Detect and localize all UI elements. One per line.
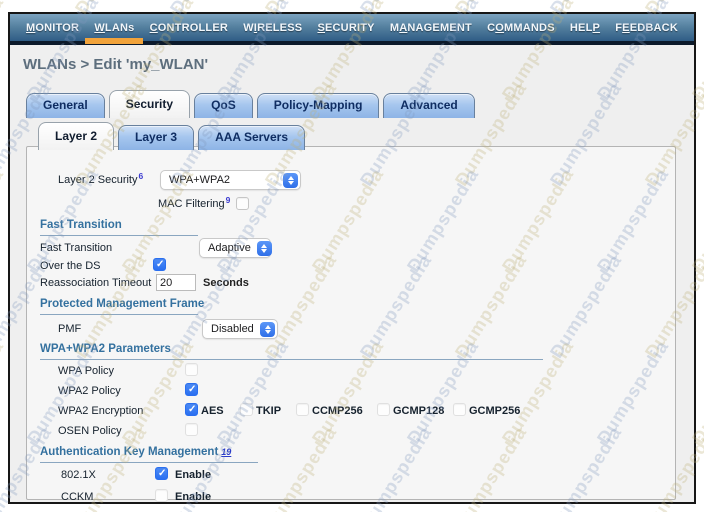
akm-8021x-enable-label: Enable xyxy=(175,469,211,481)
footnote-link[interactable]: 6 xyxy=(138,171,143,181)
akm-8021x-checkbox[interactable] xyxy=(155,467,168,480)
nav-item-help[interactable]: HELP xyxy=(570,22,600,34)
pmf-label: PMF xyxy=(58,323,81,335)
wpa2-encryption-ccmp256-label: CCMP256 xyxy=(312,405,363,417)
wpa2-encryption-tkip-checkbox[interactable] xyxy=(240,403,253,416)
tab-advanced[interactable]: Advanced xyxy=(383,93,474,118)
page-title: WLANs > Edit 'my_WLAN' xyxy=(23,56,208,73)
akm-cckm-enable-label: Enable xyxy=(175,491,211,503)
nav-item-controller[interactable]: CONTROLLER xyxy=(150,22,228,34)
wpa-policy-checkbox[interactable] xyxy=(185,363,198,376)
nav-label-part: W xyxy=(94,22,105,34)
label-text: MAC Filtering xyxy=(158,198,225,210)
tab-aaa-servers[interactable]: AAA Servers xyxy=(198,125,305,150)
footnote-link[interactable]: 9 xyxy=(226,195,231,205)
section-rule xyxy=(40,462,258,463)
over-the-ds-checkbox[interactable] xyxy=(153,258,166,271)
layer2-security-select[interactable]: WPA+WPA2 xyxy=(160,170,301,190)
wpa2-encryption-aes-label: AES xyxy=(201,405,224,417)
wpa2-encryption-tkip-label: TKIP xyxy=(256,405,281,417)
fast-transition-value: Adaptive xyxy=(208,242,251,254)
nav-label-part: NAGEMENT xyxy=(407,22,472,34)
primary-tab-bar: General Security QoS Policy-Mapping Adva… xyxy=(26,90,475,118)
top-navbar: MONITOR WLANs CONTROLLER WIRELESS SECURI… xyxy=(10,14,694,45)
dropdown-stepper-icon xyxy=(260,322,275,337)
screenshot-root: MONITOR WLANs CONTROLLER WIRELESS SECURI… xyxy=(0,0,704,512)
wpa2-encryption-gcmp256-label: GCMP256 xyxy=(469,405,520,417)
nav-label-part: M xyxy=(26,22,35,34)
nav-item-monitor[interactable]: MONITOR xyxy=(26,22,79,34)
nav-label-part: S xyxy=(317,22,325,34)
footnote-link[interactable]: 19 xyxy=(221,447,231,457)
reassociation-timeout-label: Reassociation Timeout xyxy=(40,277,151,289)
tab-qos[interactable]: QoS xyxy=(194,93,253,118)
section-rule xyxy=(40,359,543,360)
layer2-security-label: Layer 2 Security6 xyxy=(58,174,143,186)
nav-label-part: ONTROLLER xyxy=(158,22,228,34)
tab-security[interactable]: Security xyxy=(109,90,190,118)
akm-cckm-label: CCKM xyxy=(61,491,93,503)
reassociation-timeout-input[interactable] xyxy=(156,274,196,291)
nav-label-part: RELESS xyxy=(257,22,302,34)
wpa2-encryption-label: WPA2 Encryption xyxy=(58,405,143,417)
nav-label-part: MMANDS xyxy=(504,22,555,34)
section-akm: Authentication Key Management19 xyxy=(40,446,231,458)
mac-filtering-label: MAC Filtering9 xyxy=(158,198,230,210)
dropdown-stepper-icon xyxy=(257,241,272,256)
active-nav-indicator xyxy=(85,38,143,44)
label-text: Authentication Key Management xyxy=(40,446,218,458)
section-rule xyxy=(40,314,198,315)
nav-label-part: M xyxy=(390,22,399,34)
fast-transition-select[interactable]: Adaptive xyxy=(199,238,271,258)
nav-item-security[interactable]: SECURITY xyxy=(317,22,374,34)
nav-label-part: O xyxy=(495,22,504,34)
osen-policy-label: OSEN Policy xyxy=(58,425,122,437)
pmf-value: Disabled xyxy=(211,323,254,335)
mac-filtering-checkbox[interactable] xyxy=(236,197,249,210)
section-rule xyxy=(40,235,198,236)
over-the-ds-label: Over the DS xyxy=(40,260,101,272)
nav-label-part: ONITOR xyxy=(35,22,79,34)
fast-transition-label: Fast Transition xyxy=(40,242,112,254)
nav-label-part: ECURITY xyxy=(325,22,375,34)
section-fast-transition: Fast Transition xyxy=(40,219,122,231)
nav-label-part: E xyxy=(622,22,630,34)
wpa2-encryption-gcmp128-checkbox[interactable] xyxy=(377,403,390,416)
nav-item-commands[interactable]: COMMANDS xyxy=(487,22,555,34)
nav-label-part: P xyxy=(593,22,601,34)
wpa2-policy-checkbox[interactable] xyxy=(185,383,198,396)
osen-policy-checkbox[interactable] xyxy=(185,423,198,436)
dropdown-stepper-icon xyxy=(283,173,298,188)
wpa2-policy-label: WPA2 Policy xyxy=(58,385,121,397)
nav-label-part: W xyxy=(243,22,254,34)
tab-general[interactable]: General xyxy=(26,93,105,118)
nav-label-part: EDBACK xyxy=(630,22,678,34)
wpa2-encryption-gcmp256-checkbox[interactable] xyxy=(453,403,466,416)
wpa2-encryption-aes-checkbox[interactable] xyxy=(185,403,198,416)
section-wpa-params: WPA+WPA2 Parameters xyxy=(40,343,171,355)
nav-item-feedback[interactable]: FEEDBACK xyxy=(615,22,678,34)
section-pmf: Protected Management Frame xyxy=(40,298,204,310)
akm-cckm-checkbox[interactable] xyxy=(155,489,168,502)
nav-label-part: C xyxy=(150,22,158,34)
nav-label-part: HEL xyxy=(570,22,593,34)
akm-8021x-label: 802.1X xyxy=(61,469,96,481)
reassociation-timeout-unit: Seconds xyxy=(203,277,249,289)
nav-item-wlans[interactable]: WLANs xyxy=(94,22,134,34)
wpa2-encryption-ccmp256-checkbox[interactable] xyxy=(296,403,309,416)
app-frame: MONITOR WLANs CONTROLLER WIRELESS SECURI… xyxy=(8,12,696,504)
layer2-security-value: WPA+WPA2 xyxy=(169,174,230,186)
tab-policy-mapping[interactable]: Policy-Mapping xyxy=(257,93,380,118)
label-text: Layer 2 Security xyxy=(58,174,137,186)
nav-item-wireless[interactable]: WIRELESS xyxy=(243,22,302,34)
wpa-policy-label: WPA Policy xyxy=(58,365,114,377)
nav-item-management[interactable]: MANAGEMENT xyxy=(390,22,472,34)
tab-layer3[interactable]: Layer 3 xyxy=(118,125,194,150)
wpa2-encryption-gcmp128-label: GCMP128 xyxy=(393,405,444,417)
pmf-select[interactable]: Disabled xyxy=(202,319,278,339)
tab-layer2[interactable]: Layer 2 xyxy=(38,122,114,150)
nav-label-part: LANs xyxy=(105,22,135,34)
layer2-panel: Layer 2 Security6 WPA+WPA2 MAC Filtering… xyxy=(26,146,676,500)
secondary-tab-bar: Layer 2 Layer 3 AAA Servers xyxy=(38,122,305,150)
